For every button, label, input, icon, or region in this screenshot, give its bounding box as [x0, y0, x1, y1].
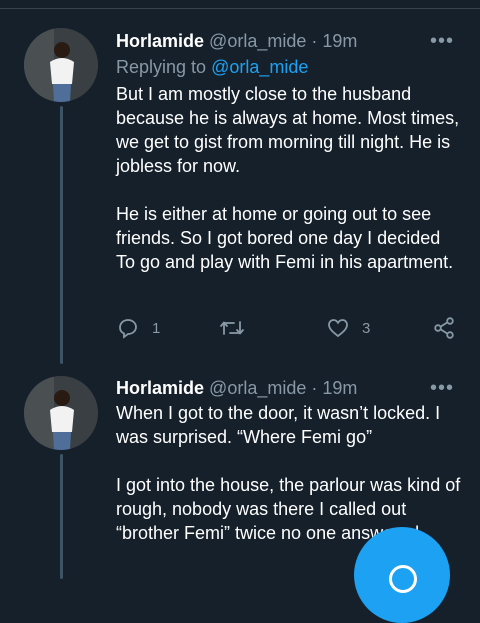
share-icon [434, 317, 454, 339]
tweet-actions: 1 3 [116, 316, 462, 340]
compose-icon [389, 565, 417, 593]
author-name[interactable]: Horlamide [116, 31, 204, 51]
compose-button[interactable] [354, 527, 450, 623]
more-dots-icon[interactable]: ••• [430, 31, 454, 51]
tweet-time[interactable]: 19m [322, 378, 357, 398]
tweet-text: But I am mostly close to the husband bec… [116, 82, 461, 274]
author-handle[interactable]: @orla_mide [209, 31, 306, 51]
reply-button[interactable]: 1 [116, 316, 160, 340]
retweet-button[interactable] [218, 316, 246, 340]
tweet-time[interactable]: 19m [322, 31, 357, 51]
reply-icon [119, 319, 137, 339]
heart-icon [328, 319, 348, 338]
tweet-header: Horlamide @orla_mide · 19m [116, 377, 357, 399]
replying-to: Replying to @orla_mide [116, 56, 308, 78]
separator-dot: · [311, 31, 318, 51]
separator-dot: · [311, 378, 318, 398]
top-divider [0, 8, 480, 9]
avatar[interactable] [24, 376, 98, 450]
tweet-paragraph: When I got to the door, it wasn’t locked… [116, 403, 441, 447]
author-handle[interactable]: @orla_mide [209, 378, 306, 398]
tweet-paragraph: He is either at home or going out to see… [116, 204, 454, 272]
like-count: 3 [362, 319, 371, 337]
retweet-icon [220, 321, 244, 335]
more-dots-icon[interactable]: ••• [430, 378, 454, 398]
replying-prefix: Replying to [116, 57, 207, 77]
avatar[interactable] [24, 28, 98, 102]
reply-count: 1 [152, 319, 161, 337]
thread-line [60, 454, 63, 579]
replying-handle-link[interactable]: @orla_mide [211, 57, 308, 77]
author-name[interactable]: Horlamide [116, 378, 204, 398]
like-button[interactable]: 3 [326, 316, 370, 340]
tweet-paragraph: But I am mostly close to the husband bec… [116, 84, 460, 176]
tweet-header: Horlamide @orla_mide · 19m [116, 30, 357, 52]
tweet-text: When I got to the door, it wasn’t locked… [116, 401, 461, 545]
thread-line [60, 106, 63, 364]
share-button[interactable] [432, 316, 456, 340]
